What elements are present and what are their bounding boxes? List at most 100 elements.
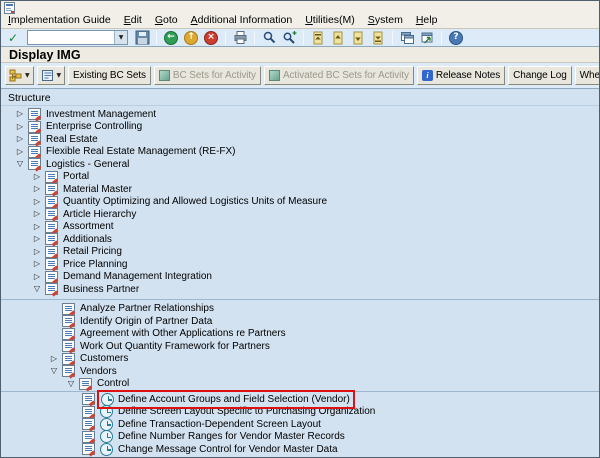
- tree-row[interactable]: Work Out Quantity Framework for Partners: [1, 340, 599, 353]
- tree-item-label[interactable]: Article Hierarchy: [63, 209, 136, 220]
- where-else-used-button[interactable]: Where Else Used: [574, 66, 599, 85]
- expander-collapsed-icon[interactable]: ▷: [34, 197, 40, 206]
- expander-expanded-icon[interactable]: ▽: [51, 367, 57, 375]
- tree-item-label[interactable]: Agreement with Other Applications re Par…: [80, 328, 286, 339]
- tree-row[interactable]: ▷ Enterprise Controlling: [1, 120, 599, 134]
- expander-collapsed-icon[interactable]: ▷: [34, 247, 40, 256]
- help-button[interactable]: ?: [447, 29, 465, 46]
- tree-row[interactable]: ▷ Demand Management Integration: [1, 270, 599, 284]
- tree-item-label[interactable]: Work Out Quantity Framework for Partners: [80, 341, 270, 352]
- tree-item-label[interactable]: Define Number Ranges for Vendor Master R…: [118, 431, 345, 442]
- tree-row[interactable]: ▷ Real Estate: [1, 133, 599, 146]
- print-button[interactable]: [231, 29, 249, 46]
- tree-item-label[interactable]: Control: [97, 378, 129, 389]
- tree-row[interactable]: ▷ Quantity Optimizing and Allowed Logisti…: [1, 195, 599, 209]
- tree-row[interactable]: ▽ Vendors: [1, 365, 599, 378]
- tree-item-label[interactable]: Customers: [80, 353, 128, 364]
- tree-item-label[interactable]: Flexible Real Estate Management (RE-FX): [46, 146, 236, 157]
- tree-row[interactable]: ▷ Flexible Real Estate Management (RE-FX): [1, 145, 599, 159]
- find-next-button[interactable]: [280, 29, 298, 46]
- cancel-button[interactable]: ×: [202, 29, 220, 46]
- expander-collapsed-icon[interactable]: ▷: [17, 135, 23, 143]
- tree-item-label[interactable]: Change Message Control for Vendor Master…: [118, 444, 338, 455]
- img-activity-doc-icon[interactable]: [82, 393, 95, 406]
- command-field[interactable]: [28, 31, 114, 44]
- expander-collapsed-icon[interactable]: ▷: [51, 354, 57, 363]
- tree-row[interactable]: Agreement with Other Applications re Par…: [1, 327, 599, 341]
- tree-row[interactable]: Define Transaction-Dependent Screen Layo…: [1, 417, 599, 431]
- tree-item-label[interactable]: Logistics - General: [46, 159, 129, 170]
- tree-row[interactable]: ▷ Price Planning: [1, 258, 599, 271]
- new-session-button[interactable]: [398, 29, 416, 46]
- img-activity-icon[interactable]: [100, 430, 113, 444]
- tree-item-label[interactable]: Vendors: [80, 366, 117, 377]
- tree-row[interactable]: ▽ Business Partner: [1, 283, 599, 296]
- menu-implementation-guide[interactable]: Implementation Guide: [8, 14, 111, 27]
- tree-row-define-account-groups[interactable]: Define Account Groups and Field Selectio…: [1, 389, 599, 409]
- create-shortcut-button[interactable]: [418, 29, 436, 46]
- expander-expanded-icon[interactable]: ▽: [68, 379, 74, 388]
- tree-item-label[interactable]: Price Planning: [63, 259, 127, 270]
- position-dropdown-button[interactable]: ▼: [36, 66, 66, 85]
- expander-collapsed-icon[interactable]: ▷: [34, 185, 40, 193]
- next-page-button[interactable]: [349, 29, 367, 46]
- menu-edit[interactable]: Edit: [124, 14, 142, 27]
- img-activity-doc-icon[interactable]: [82, 405, 95, 418]
- command-field-dropdown[interactable]: ▼: [114, 31, 127, 44]
- tree-item-label[interactable]: Enterprise Controlling: [46, 121, 142, 132]
- menu-goto[interactable]: Goto: [155, 14, 178, 27]
- expander-collapsed-icon[interactable]: ▷: [34, 172, 40, 181]
- first-page-button[interactable]: [309, 29, 327, 46]
- expander-collapsed-icon[interactable]: ▷: [17, 110, 23, 118]
- expander-expanded-icon[interactable]: ▽: [17, 160, 23, 168]
- menu-help[interactable]: Help: [416, 14, 438, 27]
- find-button[interactable]: [260, 29, 278, 46]
- tree-row[interactable]: ▷ Material Master: [1, 183, 599, 196]
- tree-row[interactable]: ▷ Additionals: [1, 233, 599, 246]
- expander-collapsed-icon[interactable]: ▷: [17, 122, 23, 131]
- expander-collapsed-icon[interactable]: ▷: [17, 147, 23, 156]
- expander-collapsed-icon[interactable]: ▷: [34, 210, 40, 218]
- existing-bc-sets-button[interactable]: Existing BC Sets: [68, 66, 151, 85]
- expander-collapsed-icon[interactable]: ▷: [34, 260, 40, 268]
- hierarchy-dropdown-button[interactable]: ▼: [5, 66, 34, 85]
- tree-item-label[interactable]: Identify Origin of Partner Data: [80, 316, 212, 327]
- tree-row[interactable]: ▷ Retail Pricing: [1, 245, 599, 259]
- expander-collapsed-icon[interactable]: ▷: [34, 222, 40, 231]
- expander-collapsed-icon[interactable]: ▷: [34, 235, 40, 243]
- tree-item-label[interactable]: Real Estate: [46, 134, 98, 145]
- img-activity-doc-icon[interactable]: [82, 430, 95, 443]
- img-activity-icon[interactable]: [101, 392, 114, 406]
- tree-row[interactable]: ▷ Article Hierarchy: [1, 208, 599, 221]
- change-log-button[interactable]: Change Log: [508, 66, 572, 85]
- tree-item-label[interactable]: Business Partner: [63, 284, 139, 295]
- tree-row[interactable]: ▽ Logistics - General: [1, 158, 599, 171]
- tree-item-label[interactable]: Assortment: [63, 221, 114, 232]
- img-activity-doc-icon[interactable]: [82, 443, 95, 456]
- last-page-button[interactable]: [369, 29, 387, 46]
- menu-system[interactable]: System: [368, 14, 403, 27]
- img-activity-icon[interactable]: [100, 442, 113, 456]
- tree-row[interactable]: ▽ Control: [1, 377, 599, 391]
- tree-item-label[interactable]: Investment Management: [46, 109, 156, 120]
- tree-item-label[interactable]: Define Account Groups and Field Selectio…: [118, 394, 350, 405]
- menu-utilities[interactable]: Utilities(M): [305, 14, 355, 27]
- back-button[interactable]: ←: [162, 29, 180, 46]
- tree-item-label[interactable]: Portal: [63, 171, 89, 182]
- menu-additional-information[interactable]: Additional Information: [191, 14, 293, 27]
- previous-page-button[interactable]: [329, 29, 347, 46]
- tree-row[interactable]: Analyze Partner Relationships: [1, 302, 599, 316]
- tree-row[interactable]: ▷ Investment Management: [1, 108, 599, 121]
- release-notes-button[interactable]: i Release Notes: [416, 66, 506, 85]
- tree-item-label[interactable]: Material Master: [63, 184, 132, 195]
- tree-row[interactable]: ▷ Portal: [1, 170, 599, 184]
- exit-button[interactable]: ↑: [182, 29, 200, 46]
- tree-item-label[interactable]: Define Transaction-Dependent Screen Layo…: [118, 419, 321, 430]
- img-activity-doc-icon[interactable]: [82, 418, 95, 431]
- expander-expanded-icon[interactable]: ▽: [34, 285, 40, 293]
- tree-row[interactable]: ▷ Customers: [1, 352, 599, 366]
- tree-row[interactable]: Change Message Control for Vendor Master…: [1, 442, 599, 456]
- tree-item-label[interactable]: Retail Pricing: [63, 246, 122, 257]
- tree-item-label[interactable]: Quantity Optimizing and Allowed Logistic…: [63, 196, 327, 207]
- tree-row[interactable]: ▷ Assortment: [1, 220, 599, 234]
